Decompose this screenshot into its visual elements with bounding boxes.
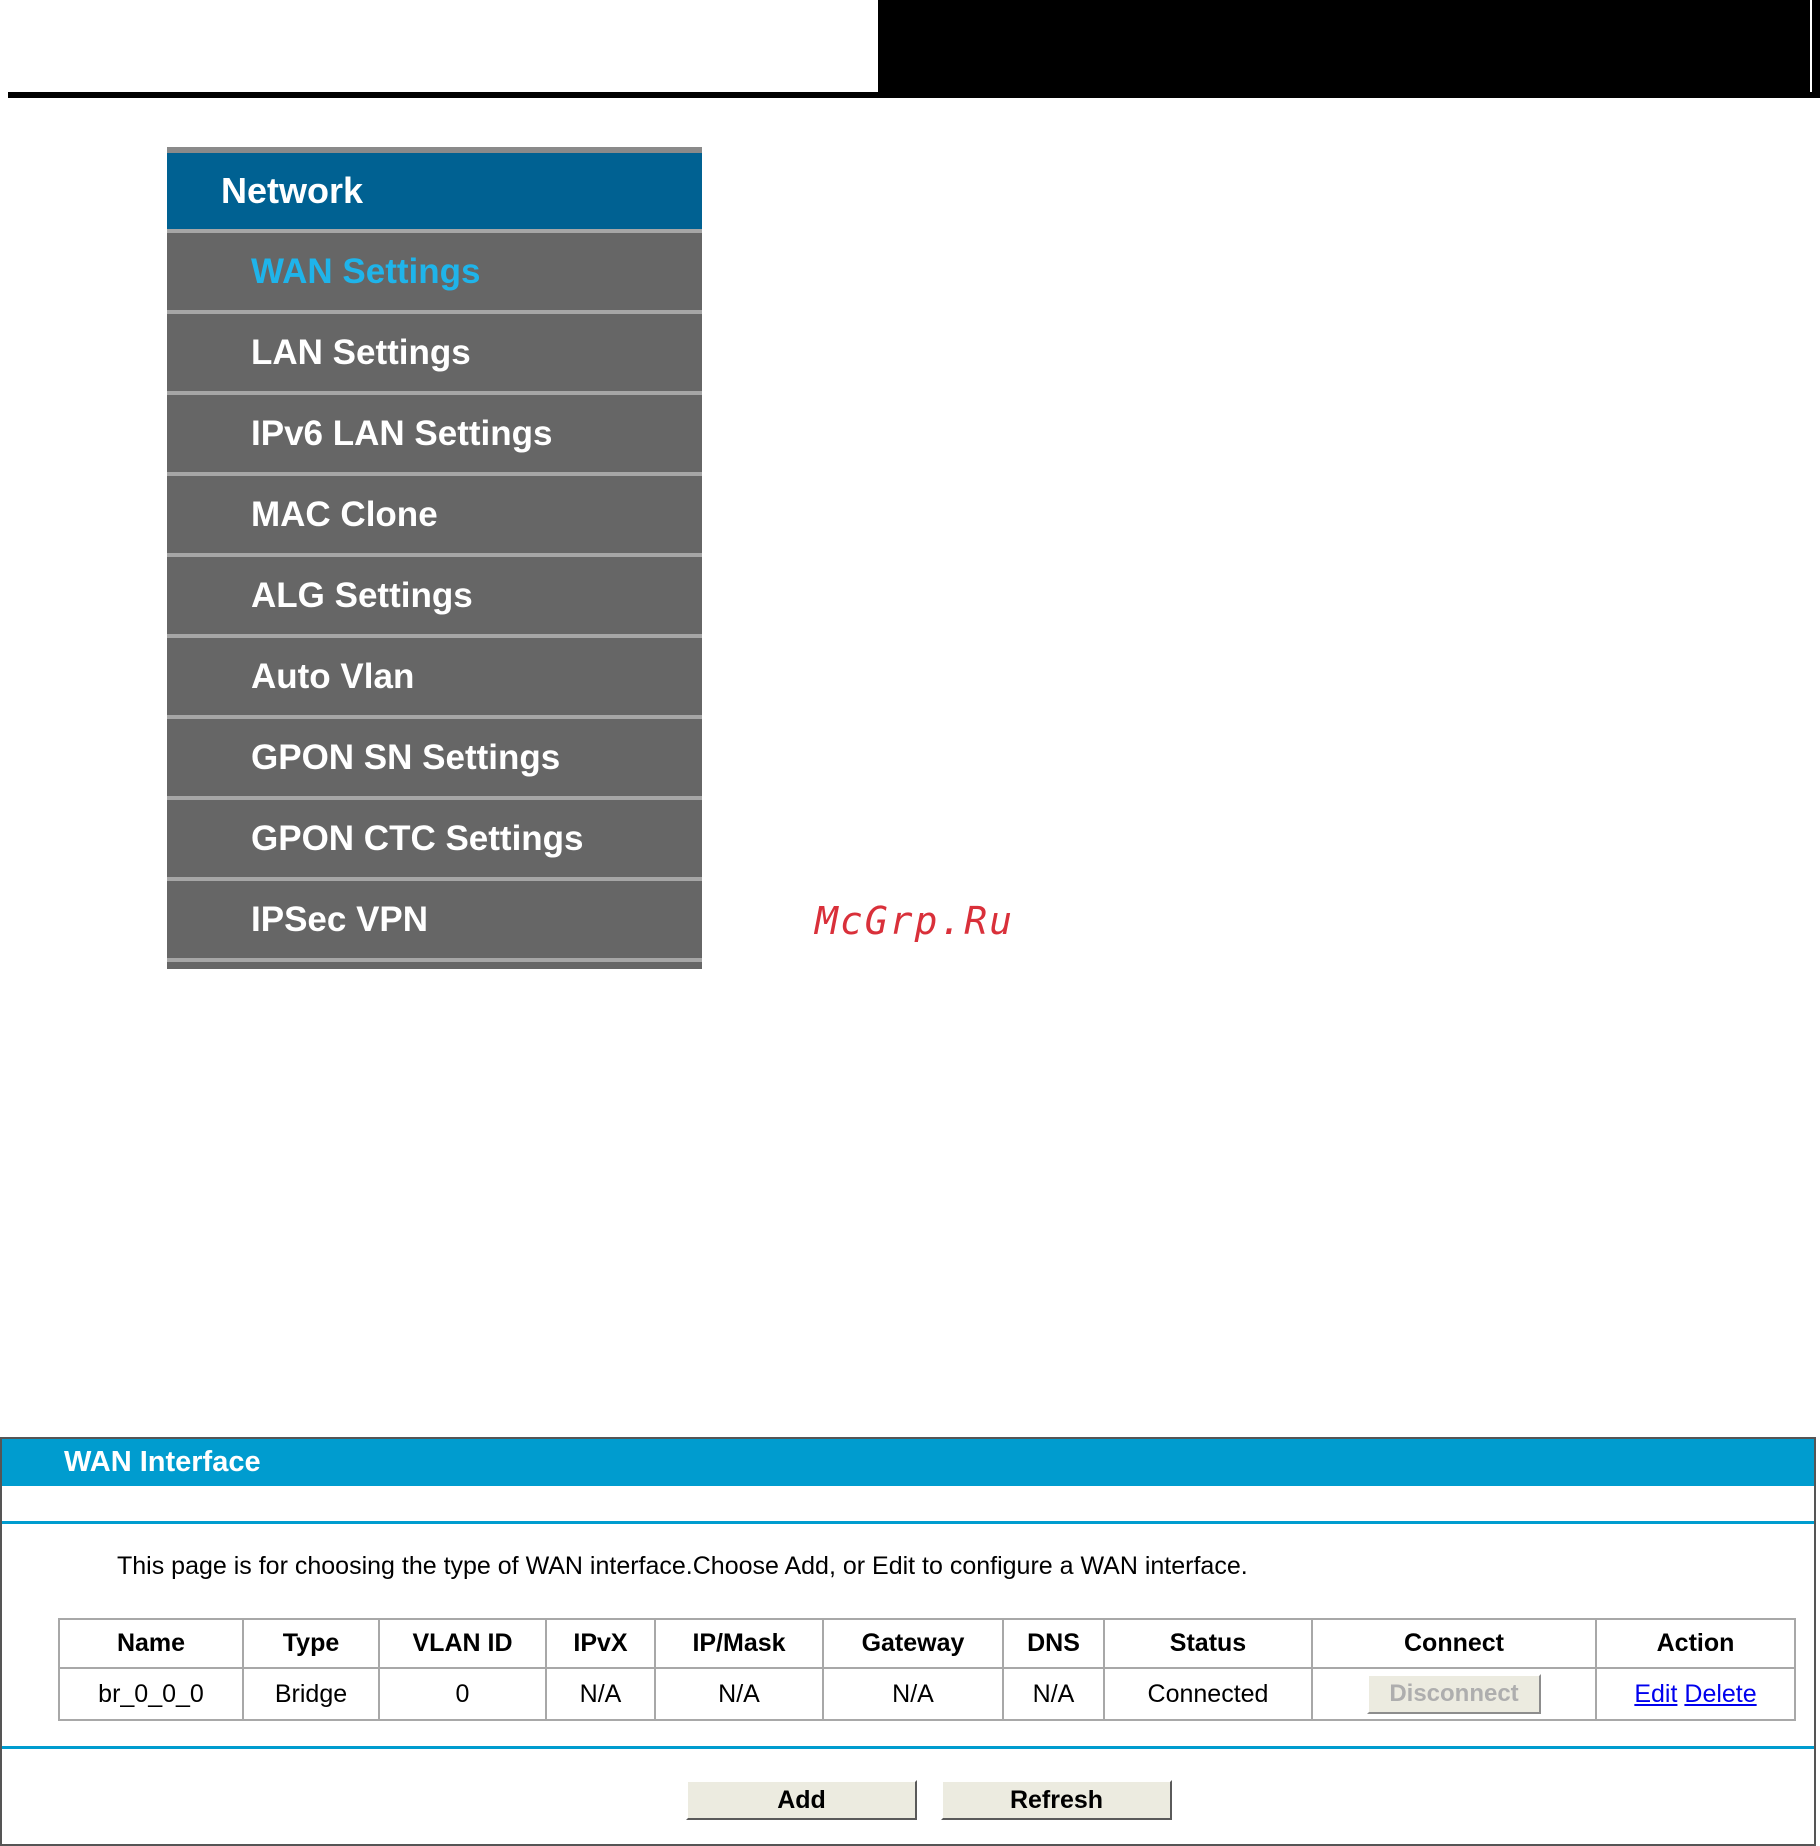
col-dns: DNS bbox=[1002, 1618, 1105, 1669]
menu-item-ipsec-vpn[interactable]: IPSec VPN bbox=[167, 877, 702, 958]
cell-name: br_0_0_0 bbox=[58, 1667, 244, 1721]
panel-title: WAN Interface bbox=[2, 1439, 1814, 1486]
cell-ipvx: N/A bbox=[545, 1667, 656, 1721]
col-action: Action bbox=[1595, 1618, 1796, 1669]
menu-item-lan-settings[interactable]: LAN Settings bbox=[167, 310, 702, 391]
menu-item-mac-clone[interactable]: MAC Clone bbox=[167, 472, 702, 553]
wan-interface-panel: WAN Interface This page is for choosing … bbox=[0, 1437, 1816, 1846]
wan-table: Name Type VLAN ID IPvX IP/Mask Gateway D… bbox=[58, 1618, 1796, 1721]
col-gateway: Gateway bbox=[822, 1618, 1004, 1669]
table-row: br_0_0_0 Bridge 0 N/A N/A N/A N/A Connec… bbox=[58, 1667, 1796, 1721]
col-vlan-id: VLAN ID bbox=[378, 1618, 547, 1669]
menu-title: Network bbox=[167, 147, 702, 229]
menu-item-wan-settings[interactable]: WAN Settings bbox=[167, 229, 702, 310]
col-status: Status bbox=[1103, 1618, 1313, 1669]
col-connect: Connect bbox=[1311, 1618, 1597, 1669]
col-ip-mask: IP/Mask bbox=[654, 1618, 824, 1669]
table-header-row: Name Type VLAN ID IPvX IP/Mask Gateway D… bbox=[58, 1618, 1796, 1669]
panel-divider-bottom bbox=[2, 1746, 1814, 1749]
cell-gateway: N/A bbox=[822, 1667, 1004, 1721]
delete-link[interactable]: Delete bbox=[1684, 1680, 1756, 1708]
menu-item-alg-settings[interactable]: ALG Settings bbox=[167, 553, 702, 634]
col-name: Name bbox=[58, 1618, 244, 1669]
refresh-button[interactable]: Refresh bbox=[941, 1780, 1172, 1820]
header-bar bbox=[878, 0, 1820, 98]
cell-ip-mask: N/A bbox=[654, 1667, 824, 1721]
cell-type: Bridge bbox=[242, 1667, 380, 1721]
watermark: McGrp.Ru bbox=[815, 899, 1015, 943]
col-type: Type bbox=[242, 1618, 380, 1669]
header-rule bbox=[8, 92, 880, 98]
network-menu: Network WAN Settings LAN Settings IPv6 L… bbox=[167, 147, 702, 969]
menu-item-auto-vlan[interactable]: Auto Vlan bbox=[167, 634, 702, 715]
header-edge-line bbox=[1810, 0, 1812, 92]
panel-divider-top bbox=[2, 1521, 1814, 1524]
menu-item-gpon-sn-settings[interactable]: GPON SN Settings bbox=[167, 715, 702, 796]
cell-status: Connected bbox=[1103, 1667, 1313, 1721]
panel-description: This page is for choosing the type of WA… bbox=[117, 1552, 1248, 1580]
disconnect-button[interactable]: Disconnect bbox=[1367, 1674, 1541, 1714]
col-ipvx: IPvX bbox=[545, 1618, 656, 1669]
menu-item-gpon-ctc-settings[interactable]: GPON CTC Settings bbox=[167, 796, 702, 877]
add-button[interactable]: Add bbox=[686, 1780, 917, 1820]
cell-action: Edit Delete bbox=[1595, 1667, 1796, 1721]
menu-item-ipv6-lan-settings[interactable]: IPv6 LAN Settings bbox=[167, 391, 702, 472]
menu-bottom-border bbox=[167, 958, 702, 968]
cell-dns: N/A bbox=[1002, 1667, 1105, 1721]
cell-vlan-id: 0 bbox=[378, 1667, 547, 1721]
cell-connect: Disconnect bbox=[1311, 1667, 1597, 1721]
edit-link[interactable]: Edit bbox=[1634, 1680, 1677, 1708]
